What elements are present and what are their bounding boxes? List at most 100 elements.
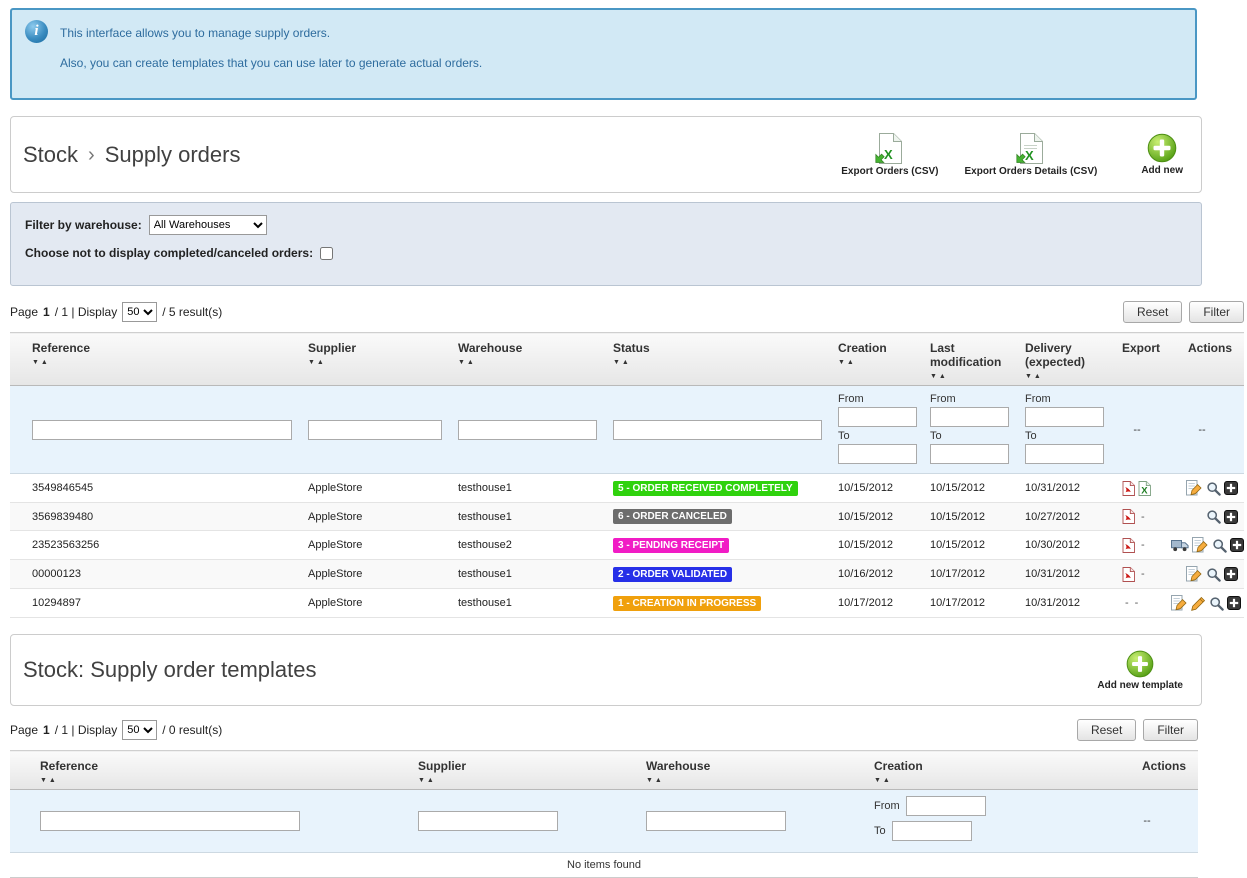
page-current: 1 [43,723,50,737]
status-filter-input[interactable] [613,420,822,440]
warehouse-select[interactable]: All Warehouses [149,215,267,235]
creation-from-input[interactable] [838,407,917,427]
sort-icons[interactable]: ▼▲ [458,359,597,366]
order-delivery-date: 10/27/2012 [1017,503,1114,531]
templates-header-row: Reference▼▲ Supplier▼▲ Warehouse▼▲ Creat… [10,751,1198,790]
sort-icons[interactable]: ▼▲ [418,777,630,784]
template-reference-filter-input[interactable] [40,811,300,831]
column-header-supplier: Supplier▼▲ [300,333,450,386]
svg-text:X: X [1025,148,1034,163]
template-creation-from-input[interactable] [906,796,986,816]
sort-icons[interactable]: ▼▲ [874,777,1088,784]
templates-display-count-select[interactable]: 50 [122,720,157,740]
order-supplier: AppleStore [300,474,450,503]
order-export: - [1114,503,1160,531]
column-label-actions: Actions [1142,759,1186,773]
last-modification-to-input[interactable] [930,444,1009,464]
view-details-icon[interactable] [1206,567,1221,582]
change-state-icon[interactable] [1224,481,1238,495]
status-badge: 6 - ORDER CANCELED [613,509,732,524]
change-state-icon[interactable] [1227,596,1241,610]
template-creation-to-input[interactable] [892,821,972,841]
change-state-icon[interactable] [1224,567,1238,581]
page-suffix: / 1 | Display [55,305,117,319]
orders-pagination-info: Page 1 / 1 | Display 50 / 5 result(s) [10,302,222,322]
warehouse-filter-input[interactable] [458,420,597,440]
export-orders-details-csv-button[interactable]: X Export Orders Details (CSV) [965,133,1098,177]
sort-icons[interactable]: ▼▲ [613,359,822,366]
reference-filter-input[interactable] [32,420,292,440]
last-modification-filter-cell: From To [922,386,1017,474]
add-new-template-button[interactable]: Add new template [1097,650,1183,691]
change-state-icon[interactable] [1230,538,1244,552]
order-status: 1 - CREATION IN PROGRESS [605,589,830,618]
template-supplier-filter-input[interactable] [418,811,558,831]
order-actions [1160,503,1244,531]
column-label-creation: Creation [874,759,923,773]
view-details-icon[interactable] [1206,509,1221,524]
order-warehouse: testhouse1 [450,560,605,589]
last-modification-from-input[interactable] [930,407,1009,427]
view-details-icon[interactable] [1209,596,1224,611]
sort-icons[interactable]: ▼▲ [838,359,914,366]
reference-filter-cell [10,386,300,474]
templates-reset-button[interactable]: Reset [1077,719,1136,741]
order-actions [1160,589,1244,618]
pdf-export-icon[interactable] [1122,567,1135,582]
column-label-creation: Creation [838,341,887,355]
change-state-icon[interactable] [1224,510,1238,524]
pdf-export-icon[interactable] [1122,538,1135,553]
svg-text:X: X [884,147,893,162]
orders-table-body: 3549846545AppleStoretesthouse15 - ORDER … [10,474,1244,618]
to-label: To [838,430,914,442]
sort-icons[interactable]: ▼▲ [32,359,292,366]
template-creation-from: From [874,796,1088,816]
templates-filter-button[interactable]: Filter [1143,719,1198,741]
template-warehouse-filter-input[interactable] [646,811,786,831]
to-label: To [1025,430,1106,442]
templates-title: Stock: Supply order templates [23,657,316,683]
order-last-modification-date: 10/17/2012 [922,560,1017,589]
templates-filter-row: From To -- [10,790,1198,853]
sort-icons[interactable]: ▼▲ [646,777,858,784]
template-column-header-actions: Actions [1096,751,1198,790]
sort-icons[interactable]: ▼▲ [308,359,442,366]
page-suffix: / 1 | Display [55,723,117,737]
order-status: 5 - ORDER RECEIVED COMPLETELY [605,474,830,503]
template-column-header-supplier: Supplier▼▲ [410,751,638,790]
hide-completed-checkbox[interactable] [320,247,333,260]
add-new-button[interactable]: Add new [1141,133,1183,176]
display-count-select[interactable]: 50 [122,302,157,322]
column-header-status: Status▼▲ [605,333,830,386]
creation-to-input[interactable] [838,444,917,464]
column-label-last-modification: Last modification [930,341,1001,369]
view-details-icon[interactable] [1212,538,1227,553]
sort-icons[interactable]: ▼▲ [930,373,1009,380]
edit-icon[interactable] [1186,480,1203,496]
supply-orders-table: Reference▼▲ Supplier▼▲ Warehouse▼▲ Statu… [10,332,1244,618]
view-details-icon[interactable] [1206,481,1221,496]
edit-icon[interactable] [1171,595,1188,611]
supplier-filter-input[interactable] [308,420,442,440]
delivery-to-input[interactable] [1025,444,1104,464]
order-creation-date: 10/15/2012 [830,474,922,503]
pencil-icon[interactable] [1191,596,1206,611]
templates-header-panel: Stock: Supply order templates Add new te… [10,634,1202,706]
column-header-reference: Reference▼▲ [10,333,300,386]
filter-button[interactable]: Filter [1189,301,1244,323]
delivery-from-input[interactable] [1025,407,1104,427]
sort-icons[interactable]: ▼▲ [40,777,402,784]
csv-export-icon[interactable]: X [1138,481,1151,496]
edit-icon[interactable] [1186,566,1203,582]
pdf-export-icon[interactable] [1122,481,1135,496]
edit-icon[interactable] [1192,537,1209,553]
sort-icons[interactable]: ▼▲ [1025,373,1106,380]
pdf-export-icon[interactable] [1122,509,1135,524]
reset-button[interactable]: Reset [1123,301,1182,323]
update-receipt-icon[interactable] [1171,538,1189,552]
column-label-reference: Reference [40,759,98,773]
export-orders-csv-button[interactable]: X Export Orders (CSV) [841,133,938,177]
export-no-filter: -- [1114,386,1160,474]
order-row: 00000123AppleStoretesthouse12 - ORDER VA… [10,560,1244,589]
status-filter-cell [605,386,830,474]
